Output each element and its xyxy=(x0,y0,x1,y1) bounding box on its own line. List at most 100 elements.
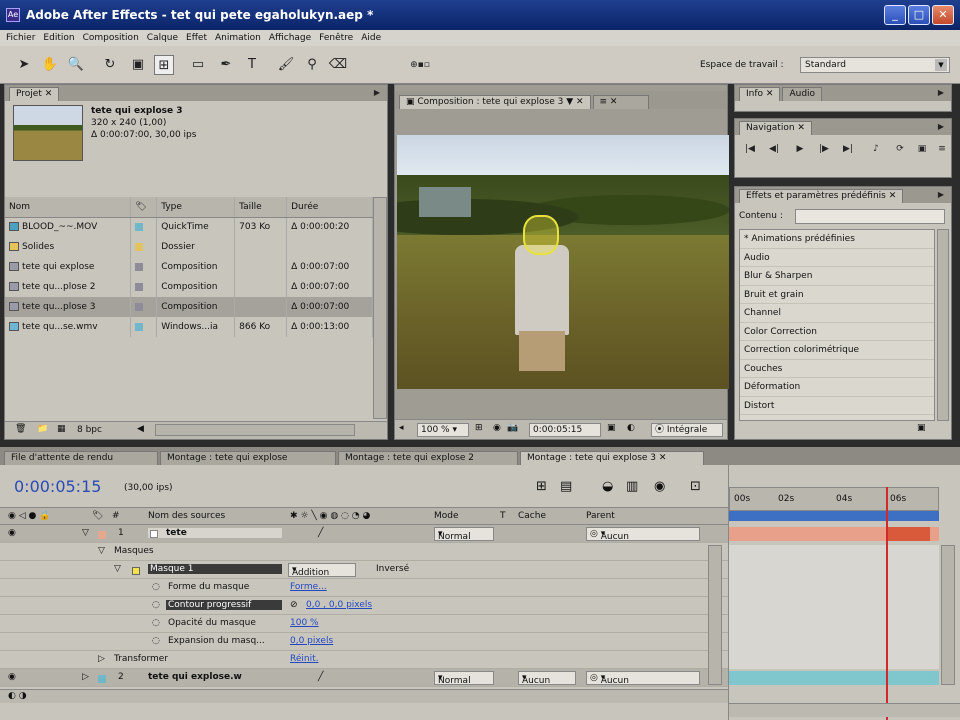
layer1-parent-select[interactable]: ◎ Aucun ▾ xyxy=(586,527,700,542)
delete-icon[interactable]: ◀ xyxy=(137,424,144,434)
list-item[interactable]: Channel xyxy=(740,304,934,323)
table-row[interactable]: tete qu...plose 2 Composition Δ 0:00:07:… xyxy=(5,277,373,297)
table-row[interactable]: tete qui explose Composition Δ 0:00:07:0… xyxy=(5,257,373,277)
mask-name[interactable]: Masque 1 xyxy=(148,564,282,574)
column-cache[interactable]: Cache xyxy=(518,511,546,521)
list-item[interactable]: Audio xyxy=(740,249,934,267)
comp-flowchart-icon[interactable]: ⊞ xyxy=(536,479,547,494)
list-item[interactable]: Color Correction xyxy=(740,323,934,341)
panel-menu-icon[interactable]: ▶ xyxy=(935,122,947,132)
mask-expansion-value[interactable]: 0,0 pixels xyxy=(290,636,333,646)
menu-calque[interactable]: Calque xyxy=(147,33,186,43)
zoom-tool-icon[interactable]: 🔍 xyxy=(66,55,86,75)
tab-timeline-1[interactable]: Montage : tete qui explose xyxy=(160,451,336,465)
layer2-cache-select[interactable]: Aucun ▾ xyxy=(518,671,576,686)
list-item[interactable]: * Animations prédéfinies xyxy=(740,230,934,249)
resolution-select[interactable]: ⦿ Intégrale xyxy=(651,423,723,437)
expand-icon[interactable]: ▽ xyxy=(114,564,121,574)
eye-icon[interactable]: ◉ xyxy=(8,528,16,538)
column-mode[interactable]: Mode xyxy=(434,511,459,521)
pan-behind-tool-icon[interactable]: ⊞ xyxy=(154,55,174,75)
column-duration[interactable]: Durée xyxy=(286,197,373,218)
tab-flowchart-icon[interactable]: ≡ ✕ xyxy=(592,95,649,109)
expand-icon[interactable]: ▽ xyxy=(98,546,105,556)
composition-viewer[interactable] xyxy=(397,135,729,389)
close-button[interactable]: ✕ xyxy=(932,5,954,25)
table-row[interactable]: BLOOD_~~.MOV QuickTime 703 Ko Δ 0:00:00:… xyxy=(5,217,373,237)
tracks-scrollbar[interactable] xyxy=(941,545,955,685)
mask-tool-icon[interactable]: ▭ xyxy=(188,55,208,75)
column-label-icon[interactable]: 🏷 xyxy=(130,197,158,218)
mask-property-row[interactable]: ◌ Expansion du masq... 0,0 pixels xyxy=(0,633,728,651)
transform-group[interactable]: ▷ Transformer Réinit. xyxy=(0,651,728,669)
layer1-track-selected[interactable] xyxy=(886,527,930,541)
work-area-bar[interactable] xyxy=(729,511,939,521)
grid-icon[interactable]: ⊞ xyxy=(475,423,483,433)
timeline-timecode[interactable]: 0:00:05:15 xyxy=(14,477,101,496)
selection-tool-icon[interactable]: ➤ xyxy=(14,55,34,75)
column-type[interactable]: Type xyxy=(156,197,236,218)
list-item[interactable]: Blur & Sharpen xyxy=(740,267,934,286)
mask-feather-value[interactable]: 0,0 , 0,0 pixels xyxy=(306,600,372,610)
menu-aide[interactable]: Aide xyxy=(361,33,389,43)
audio-icon[interactable]: ♪ xyxy=(867,141,885,157)
layer-row-1[interactable]: ◉ ▽ 1 tete ╱ Normal ▾ ◎ Aucun ▾ xyxy=(0,525,728,543)
last-frame-icon[interactable]: ▶| xyxy=(839,141,857,157)
trash-icon[interactable]: 🗑 xyxy=(15,424,26,434)
new-folder-icon[interactable]: 📁 xyxy=(37,424,48,434)
mask-property-row[interactable]: ◌ Opacité du masque 100 % xyxy=(0,615,728,633)
tab-audio[interactable]: Audio xyxy=(782,87,823,101)
motion-blur-icon[interactable]: ◉ xyxy=(654,479,665,494)
bpc-label[interactable]: 8 bpc xyxy=(77,425,102,435)
snapshot-icon[interactable]: 📷 xyxy=(507,423,518,433)
stopwatch-icon[interactable]: ◌ xyxy=(152,618,160,628)
panel-menu-icon[interactable]: ▶ xyxy=(935,190,947,200)
column-size[interactable]: Taille xyxy=(234,197,288,218)
project-hscrollbar[interactable] xyxy=(155,424,355,436)
menu-effet[interactable]: Effet xyxy=(186,33,215,43)
layer2-track-bar[interactable] xyxy=(729,671,939,685)
effects-search-input[interactable] xyxy=(795,209,945,224)
menu-affichage[interactable]: Affichage xyxy=(269,33,319,43)
new-preset-icon[interactable]: ▣ xyxy=(917,423,926,433)
list-item[interactable]: Couches xyxy=(740,360,934,378)
column-name[interactable]: Nom xyxy=(5,197,132,218)
clone-stamp-tool-icon[interactable]: ⚲ xyxy=(302,55,322,75)
grow-icon[interactable]: ◂ xyxy=(399,423,404,433)
tab-navigation[interactable]: Navigation ✕ xyxy=(739,121,812,135)
rotate-tool-icon[interactable]: ↻ xyxy=(100,55,120,75)
mask-shape-value[interactable]: Forme... xyxy=(290,582,327,592)
column-t[interactable]: T xyxy=(500,511,506,521)
zoom-slider[interactable] xyxy=(729,703,960,717)
expand-icon[interactable]: ▷ xyxy=(98,654,105,664)
menu-fichier[interactable]: Fichier xyxy=(6,33,43,43)
mask-mode-select[interactable]: Addition ▾ xyxy=(288,563,356,578)
menu-edition[interactable]: Edition xyxy=(43,33,82,43)
layer2-mode-select[interactable]: Normal ▾ xyxy=(434,671,494,686)
brush-tool-icon[interactable]: 🖌 xyxy=(276,55,296,75)
table-row[interactable]: Solides Dossier xyxy=(5,237,373,257)
hand-tool-icon[interactable]: ✋ xyxy=(40,55,60,75)
toggle-switches-icon[interactable]: ◐ ◑ xyxy=(8,691,27,701)
panel-menu-icon[interactable]: ▶ xyxy=(371,88,383,98)
options-icon[interactable]: ≡ xyxy=(933,141,951,157)
layer-name[interactable]: tete xyxy=(148,528,282,538)
time-ruler[interactable]: 00s 02s 04s 06s xyxy=(729,487,939,511)
maximize-button[interactable]: □ xyxy=(908,5,930,25)
mask-property-row[interactable]: ◌ Forme du masque Forme... xyxy=(0,579,728,597)
channel-icon[interactable]: ◐ xyxy=(627,423,635,433)
camera-icon[interactable]: ▣ xyxy=(607,423,616,433)
text-tool-icon[interactable]: T xyxy=(242,55,262,75)
ram-preview-icon[interactable]: ▣ xyxy=(913,141,931,157)
layer-name[interactable]: tete qui explose.w xyxy=(148,672,242,682)
list-item[interactable]: Déformation xyxy=(740,378,934,397)
mask-opacity-value[interactable]: 100 % xyxy=(290,618,319,628)
panel-menu-icon[interactable]: ▶ xyxy=(935,88,947,98)
expand-icon[interactable]: ▷ xyxy=(82,672,89,682)
new-comp-icon[interactable]: ▦ xyxy=(57,424,66,434)
list-item[interactable]: Bruit et grain xyxy=(740,286,934,304)
list-item[interactable]: Correction colorimétrique xyxy=(740,341,934,360)
pen-tool-icon[interactable]: ✒ xyxy=(216,55,236,75)
mask-outline[interactable] xyxy=(523,215,559,255)
masks-group[interactable]: ▽ Masques xyxy=(0,543,728,561)
